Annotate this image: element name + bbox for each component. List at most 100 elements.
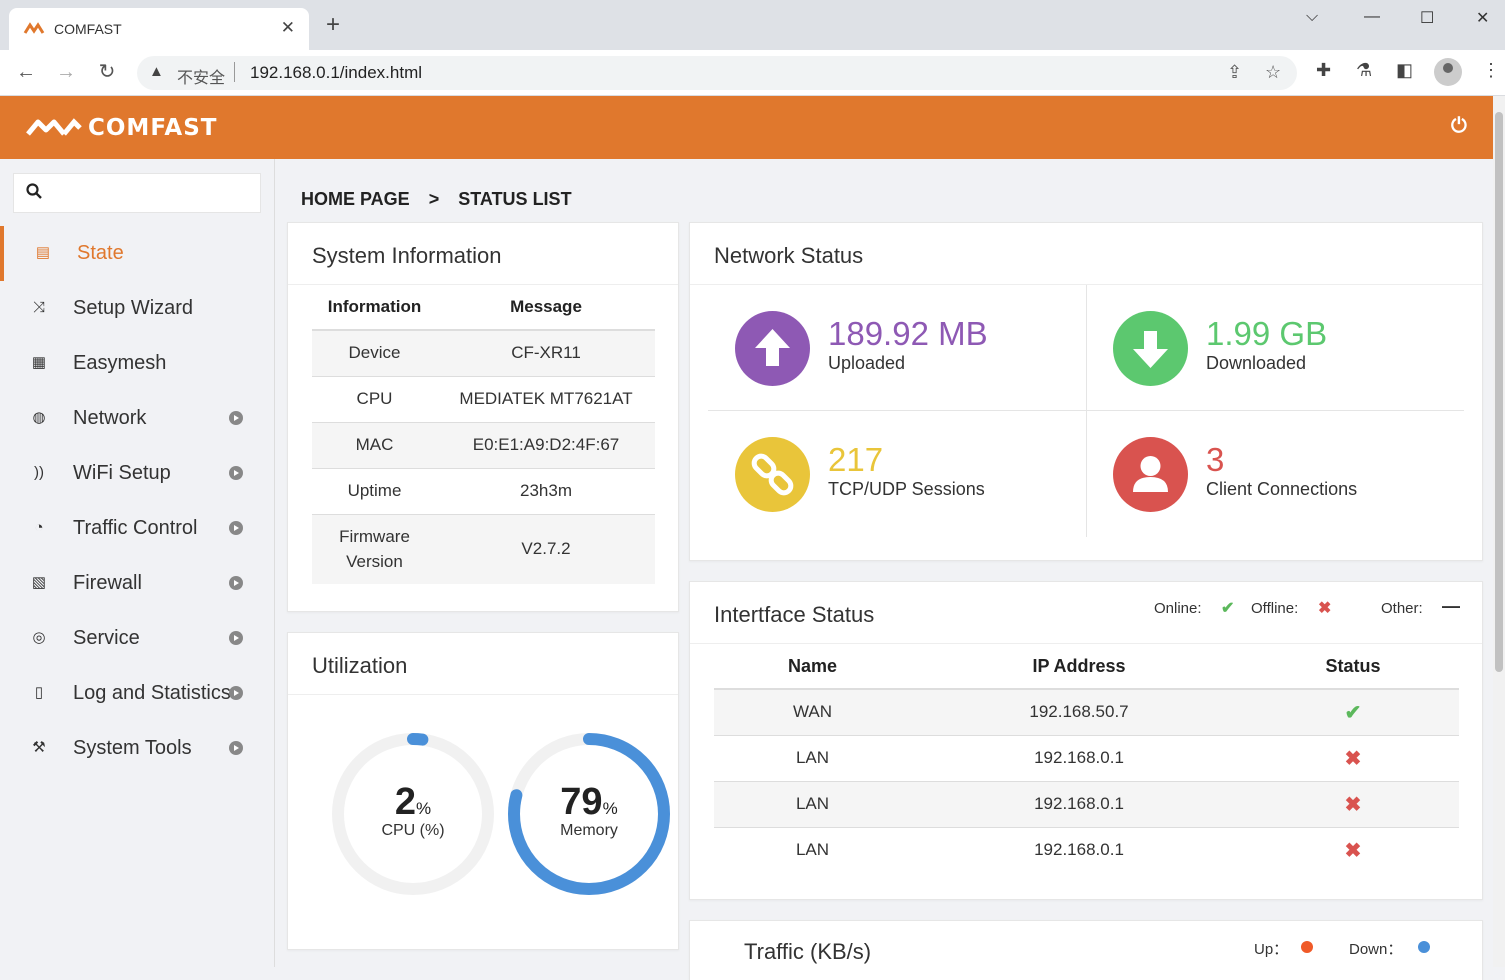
sidebar-item-wifi-setup[interactable]: )) WiFi Setup — [0, 446, 275, 501]
side-panel-icon[interactable]: ◧ — [1396, 60, 1413, 81]
forward-icon[interactable]: → — [54, 60, 78, 84]
info-key: Device — [312, 329, 437, 376]
sidebar-item-label: Log and Statistics — [73, 682, 231, 704]
search-input[interactable] — [54, 182, 254, 204]
power-logout-icon[interactable]: ⏻ — [1451, 115, 1467, 138]
traffic-card: Traffic (KB/s) Up： Down： — [689, 920, 1483, 980]
interface-ip: 192.168.0.1 — [911, 780, 1247, 827]
card-title: Traffic (KB/s) — [744, 939, 872, 964]
sessions-stat: 217 TCP/UDP Sessions — [708, 411, 1086, 537]
tab-search-chevron-icon[interactable]: ⌵ — [1306, 8, 1318, 26]
memory-unit: % — [602, 799, 618, 818]
cpu-unit: % — [416, 799, 432, 818]
sidebar-item-setup-wizard[interactable]: ⤨ Setup Wizard — [0, 281, 275, 336]
memory-value: 79 — [560, 781, 603, 823]
scrollbar-thumb[interactable] — [1495, 112, 1503, 672]
extensions-puzzle-icon[interactable]: ✚ — [1316, 60, 1331, 81]
online-check-icon: ✔ — [1221, 600, 1235, 617]
search-box[interactable] — [13, 173, 261, 213]
browser-tab-strip: COMFAST ✕ + ⌵ — ☐ ✕ — [0, 0, 1505, 50]
upload-arrow-icon — [735, 311, 810, 386]
expand-arrow-icon[interactable] — [229, 466, 243, 480]
expand-arrow-icon[interactable] — [229, 576, 243, 590]
table-row: Uptime 23h3m — [312, 467, 655, 514]
sidebar-item-state[interactable]: ▤ State — [0, 226, 275, 281]
sidebar-menu: ▤ State ⤨ Setup Wizard ▦ Easymesh ◍ Netw… — [0, 226, 275, 776]
breadcrumb-separator: > — [428, 189, 440, 209]
offline-cross-icon: ✖ — [1344, 839, 1362, 862]
downloaded-value: 1.99 GB — [1206, 315, 1328, 352]
sidebar-item-network[interactable]: ◍ Network — [0, 391, 275, 446]
profile-avatar-icon[interactable] — [1434, 58, 1462, 86]
close-window-icon[interactable]: ✕ — [1476, 8, 1489, 28]
globe-icon: ◍ — [32, 409, 46, 426]
cpu-gauge: 2% CPU (%) — [328, 729, 498, 899]
sidebar-item-service[interactable]: ◎ Service — [0, 611, 275, 666]
expand-arrow-icon[interactable] — [229, 741, 243, 755]
expand-arrow-icon[interactable] — [229, 631, 243, 645]
sidebar-item-firewall[interactable]: ▧ Firewall — [0, 556, 275, 611]
bookmark-star-icon[interactable]: ☆ — [1265, 62, 1281, 83]
info-key: CPU — [312, 375, 437, 422]
browser-menu-icon[interactable]: ⋮ — [1482, 60, 1500, 81]
back-icon[interactable]: ← — [14, 60, 38, 84]
offline-cross-icon: ✖ — [1344, 793, 1362, 816]
column-header: IP Address — [911, 644, 1247, 690]
maximize-icon[interactable]: ☐ — [1420, 8, 1434, 28]
table-row: Device CF-XR11 — [312, 329, 655, 376]
offline-cross-icon: ✖ — [1344, 747, 1362, 770]
info-key: MAC — [312, 421, 437, 468]
sidebar-item-traffic-control[interactable]: ◔ Traffic Control — [0, 501, 275, 556]
breadcrumb-home[interactable]: HOME PAGE — [301, 189, 410, 209]
table-row: Firmware Version V2.7.2 — [312, 513, 655, 584]
minimize-icon[interactable]: — — [1364, 8, 1380, 26]
cpu-value: 2 — [394, 781, 416, 823]
system-information-card: System Information Information Message D… — [287, 222, 679, 612]
reload-icon[interactable]: ↻ — [95, 60, 119, 84]
card-title: Intertface Status — [714, 602, 875, 627]
interface-name: LAN — [714, 734, 911, 781]
column-header: Status — [1247, 644, 1459, 690]
page-scrollbar[interactable] — [1493, 96, 1505, 967]
down-legend-dot — [1418, 941, 1430, 953]
interface-ip: 192.168.50.7 — [911, 688, 1247, 735]
legend-other-label: Other: — [1381, 600, 1423, 617]
cpu-value-wrap: 2% — [328, 781, 498, 824]
legend-offline-label: Offline: — [1251, 600, 1299, 617]
interface-name: LAN — [714, 826, 911, 873]
link-chain-icon — [735, 437, 810, 512]
browser-tab[interactable]: COMFAST ✕ — [9, 8, 309, 50]
gauge-icon: ◔ — [34, 519, 44, 536]
divider — [234, 62, 235, 82]
table-row: WAN 192.168.50.7 ✔ — [714, 688, 1459, 735]
expand-arrow-icon[interactable] — [229, 521, 243, 535]
search-icon — [26, 183, 42, 199]
uploaded-stat: 189.92 MB Uploaded — [708, 285, 1086, 411]
card-header: System Information — [288, 223, 678, 285]
sidebar-item-label: Easymesh — [73, 352, 167, 374]
url-text[interactable]: 192.168.0.1/index.html — [250, 63, 422, 83]
address-bar[interactable]: ▲ 不安全 192.168.0.1/index.html ⇪ ☆ — [137, 56, 1297, 90]
card-title: System Information — [312, 243, 502, 268]
warning-icon[interactable]: ▲ — [149, 63, 164, 80]
expand-arrow-icon[interactable] — [229, 411, 243, 425]
legend-online-label: Online: — [1154, 600, 1202, 617]
sidebar-item-log-and-statistics[interactable]: ▯ Log and Statistics — [0, 666, 275, 721]
brand-name: COMFAST — [88, 115, 218, 141]
share-icon[interactable]: ⇪ — [1227, 62, 1242, 83]
memory-value-wrap: 79% — [504, 781, 674, 824]
up-legend-dot — [1301, 941, 1313, 953]
flask-extension-icon[interactable]: ⚗ — [1356, 60, 1372, 81]
insecure-label[interactable]: 不安全 — [177, 64, 225, 88]
sidebar-item-easymesh[interactable]: ▦ Easymesh — [0, 336, 275, 391]
interface-status-card: Intertface Status Online: ✔ Offline: ✖ O… — [689, 581, 1483, 900]
sidebar-item-system-tools[interactable]: ⚒ System Tools — [0, 721, 275, 776]
table-row: LAN 192.168.0.1 ✖ — [714, 826, 1459, 873]
sidebar-item-label: Network — [73, 407, 147, 429]
legend-up-label: Up： — [1254, 941, 1289, 958]
new-tab-icon[interactable]: + — [326, 13, 340, 37]
sidebar-item-label: Service — [73, 627, 140, 649]
interface-name: LAN — [714, 780, 911, 827]
expand-arrow-icon[interactable] — [229, 686, 243, 700]
close-tab-icon[interactable]: ✕ — [281, 18, 295, 38]
